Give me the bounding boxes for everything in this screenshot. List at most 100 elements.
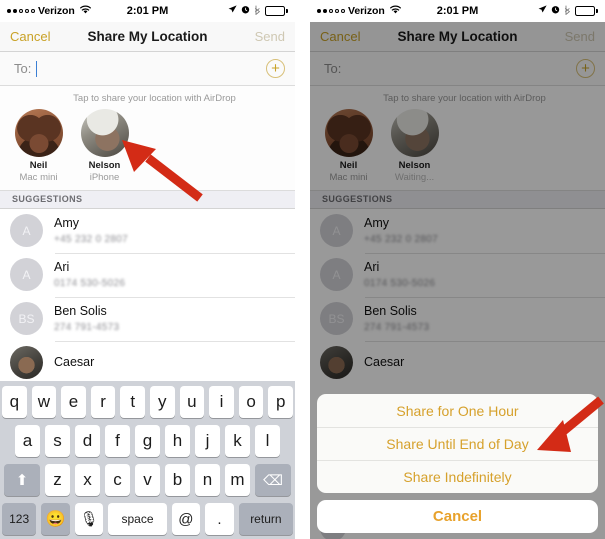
contact-name: Amy bbox=[54, 215, 79, 230]
airdrop-people-list: Neil Mac mini Nelson iPhone bbox=[0, 109, 295, 184]
status-bar: Verizon 2:01 PM bbox=[0, 0, 295, 22]
contact-number: +45 232 0 2807 bbox=[54, 233, 128, 245]
key-z[interactable]: z bbox=[45, 464, 70, 496]
key-d[interactable]: d bbox=[75, 425, 100, 457]
key-i[interactable]: i bbox=[209, 386, 234, 418]
key-h[interactable]: h bbox=[165, 425, 190, 457]
wifi-icon bbox=[79, 5, 91, 17]
list-item[interactable]: A Amy +45 232 0 2807 bbox=[0, 209, 295, 253]
contact-number: 274 791-4573 bbox=[54, 321, 120, 333]
contact-name: Caesar bbox=[54, 354, 95, 369]
key-p[interactable]: p bbox=[268, 386, 293, 418]
share-until-end-of-day-button[interactable]: Share Until End of Day bbox=[317, 427, 598, 460]
keyboard-row-3: ⬆ z x c v b n m ⌫ bbox=[2, 464, 293, 496]
key-v[interactable]: v bbox=[135, 464, 160, 496]
bluetooth-icon bbox=[254, 5, 261, 18]
airdrop-section: Tap to share your location with AirDrop … bbox=[0, 86, 295, 191]
avatar: BS bbox=[10, 302, 43, 336]
share-indefinitely-button[interactable]: Share Indefinitely bbox=[317, 460, 598, 493]
emoji-face-icon[interactable]: 😀 bbox=[41, 503, 70, 535]
wifi-icon bbox=[389, 5, 401, 17]
screenshot-stage: Verizon 2:01 PM Cancel Share My Location… bbox=[0, 0, 605, 539]
key-b[interactable]: b bbox=[165, 464, 190, 496]
list-item[interactable]: A Ari 0174 530-5026 bbox=[0, 252, 295, 297]
airdrop-person-neil[interactable]: Neil Mac mini bbox=[10, 109, 67, 184]
action-sheet-options: Share for One Hour Share Until End of Da… bbox=[317, 394, 598, 493]
at-key[interactable]: @ bbox=[171, 503, 201, 535]
key-g[interactable]: g bbox=[135, 425, 160, 457]
share-for-one-hour-button[interactable]: Share for One Hour bbox=[317, 394, 598, 427]
recipient-field[interactable]: To: + bbox=[0, 52, 295, 86]
contact-name: Ben Solis bbox=[54, 303, 107, 318]
keyboard-row-1: q w e r t y u i o p bbox=[2, 386, 293, 418]
send-button[interactable]: Send bbox=[255, 29, 285, 44]
key-s[interactable]: s bbox=[45, 425, 70, 457]
backspace-icon[interactable]: ⌫ bbox=[255, 464, 291, 496]
microphone-icon[interactable]: 🎙 bbox=[74, 503, 104, 535]
alarm-clock-icon bbox=[551, 5, 560, 17]
key-x[interactable]: x bbox=[75, 464, 100, 496]
key-y[interactable]: y bbox=[150, 386, 175, 418]
bluetooth-icon bbox=[564, 5, 571, 18]
avatar-nelson bbox=[80, 109, 129, 157]
navigation-bar: Cancel Share My Location Send bbox=[0, 22, 295, 52]
to-label: To: bbox=[14, 61, 32, 76]
avatar: A bbox=[10, 214, 43, 248]
key-q[interactable]: q bbox=[2, 386, 27, 418]
battery-icon bbox=[265, 6, 288, 16]
key-c[interactable]: c bbox=[105, 464, 130, 496]
period-key[interactable]: . bbox=[205, 503, 234, 535]
carrier-label: Verizon bbox=[38, 5, 75, 17]
key-u[interactable]: u bbox=[179, 386, 205, 418]
key-m[interactable]: m bbox=[225, 464, 250, 496]
status-bar-right bbox=[228, 5, 288, 18]
keyboard-row-4: 123 😀 🎙 space @ . return bbox=[2, 503, 294, 535]
key-w[interactable]: w bbox=[31, 386, 57, 418]
key-a[interactable]: a bbox=[15, 425, 40, 457]
shift-arrow-icon[interactable]: ⬆ bbox=[4, 464, 40, 496]
action-sheet: Share for One Hour Share Until End of Da… bbox=[317, 394, 598, 533]
alarm-clock-icon bbox=[241, 5, 250, 17]
key-k[interactable]: k bbox=[225, 425, 250, 457]
list-item[interactable]: Caesar bbox=[0, 340, 295, 385]
on-screen-keyboard[interactable]: q w e r t y u i o p a s d f g h j k l ⬆ … bbox=[0, 381, 295, 539]
battery-icon bbox=[575, 6, 598, 16]
key-f[interactable]: f bbox=[105, 425, 130, 457]
status-bar: Verizon 2:01 PM bbox=[310, 0, 605, 22]
plus-circle-icon[interactable]: + bbox=[266, 59, 285, 78]
airdrop-person-device: iPhone bbox=[89, 171, 120, 183]
key-e[interactable]: e bbox=[61, 386, 86, 418]
airdrop-person-nelson[interactable]: Nelson iPhone bbox=[76, 109, 133, 184]
key-t[interactable]: t bbox=[120, 386, 145, 418]
location-arrow-icon bbox=[538, 5, 548, 17]
action-sheet-cancel-button[interactable]: Cancel bbox=[317, 500, 598, 533]
dimmed-content-area: Cancel Share My Location Send To: + Tap … bbox=[310, 22, 605, 539]
panel-divider bbox=[295, 0, 310, 539]
numbers-key[interactable]: 123 bbox=[2, 503, 37, 535]
signal-strength-icon bbox=[317, 9, 345, 13]
space-key[interactable]: space bbox=[108, 503, 167, 535]
contact-name: Ari bbox=[54, 259, 70, 274]
return-key[interactable]: return bbox=[238, 503, 294, 535]
key-n[interactable]: n bbox=[195, 464, 220, 496]
key-r[interactable]: r bbox=[90, 386, 116, 418]
status-bar-left: Verizon bbox=[317, 5, 401, 17]
suggestions-header: SUGGESTIONS bbox=[0, 190, 295, 209]
signal-strength-icon bbox=[7, 9, 35, 13]
status-bar-right bbox=[538, 5, 598, 18]
status-bar-left: Verizon bbox=[7, 5, 91, 17]
airdrop-person-name: Neil bbox=[29, 160, 48, 171]
carrier-label: Verizon bbox=[348, 5, 385, 17]
avatar: A bbox=[10, 258, 43, 292]
text-cursor bbox=[36, 60, 38, 77]
key-j[interactable]: j bbox=[195, 425, 220, 457]
suggestions-list: A Amy +45 232 0 2807 A Ari 0174 530-5026… bbox=[0, 208, 295, 385]
airdrop-person-name: Nelson bbox=[88, 160, 121, 171]
list-item[interactable]: BS Ben Solis 274 791-4573 bbox=[0, 296, 295, 341]
key-l[interactable]: l bbox=[255, 425, 280, 457]
keyboard-row-2: a s d f g h j k l bbox=[2, 425, 293, 457]
avatar-caesar bbox=[10, 346, 43, 380]
key-o[interactable]: o bbox=[238, 386, 264, 418]
contact-number: 0174 530-5026 bbox=[54, 277, 126, 289]
cancel-button[interactable]: Cancel bbox=[10, 29, 50, 44]
